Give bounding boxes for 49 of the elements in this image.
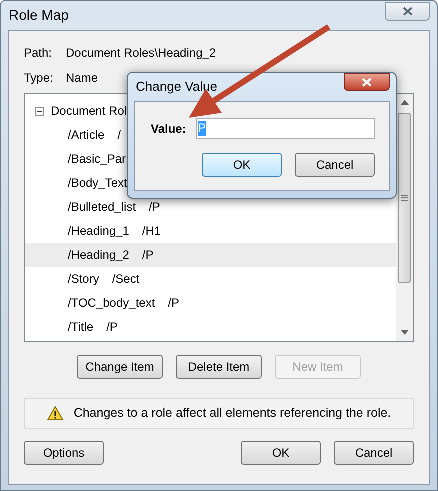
tree-item[interactable]: /Bulleted_list /P bbox=[25, 195, 396, 219]
collapse-icon[interactable] bbox=[35, 106, 44, 116]
role-value: /Sect bbox=[112, 271, 140, 288]
role-value: /P bbox=[106, 319, 118, 336]
path-value: Document Roles\Heading_2 bbox=[66, 45, 216, 62]
scroll-down-icon bbox=[400, 330, 408, 335]
type-label: Type: bbox=[24, 70, 54, 87]
tree-item[interactable]: /TOC_body_text /P bbox=[25, 291, 396, 315]
value-label: Value: bbox=[151, 120, 188, 138]
close-icon bbox=[402, 7, 412, 16]
role-name: /Bulleted_list bbox=[68, 199, 136, 216]
window-title: Role Map bbox=[9, 6, 69, 25]
dialog-title: Change Value bbox=[136, 78, 218, 96]
item-button[interactable]: Delete Item bbox=[176, 355, 262, 379]
role-value: / bbox=[118, 127, 122, 144]
dialog-button[interactable]: Options bbox=[24, 441, 104, 465]
dialog-button[interactable]: OK bbox=[241, 441, 321, 465]
tree-item[interactable]: /Title /P bbox=[25, 315, 396, 339]
warning-text: Changes to a role affect all elements referencing the role. bbox=[74, 405, 392, 422]
role-name: /Heading_2 bbox=[68, 247, 130, 264]
dialog-button[interactable]: Cancel bbox=[295, 153, 375, 177]
role-name: /Story bbox=[68, 271, 100, 288]
scroll-thumb[interactable] bbox=[398, 113, 411, 283]
role-value: /H1 bbox=[142, 223, 162, 240]
tree-item[interactable]: /Heading_1 /H1 bbox=[25, 219, 396, 243]
dialog-button[interactable]: OK bbox=[202, 153, 282, 177]
tree-item[interactable]: /Story /Sect bbox=[25, 267, 396, 291]
role-value: /P bbox=[142, 247, 154, 264]
role-name: /Heading_1 bbox=[68, 223, 130, 240]
grip-icon bbox=[401, 195, 408, 201]
tree-item[interactable]: /Heading_2 /P bbox=[25, 243, 396, 267]
role-name: /Article bbox=[68, 127, 105, 144]
warning-icon bbox=[46, 406, 64, 421]
tree-root-label[interactable]: Document Rol bbox=[51, 102, 128, 120]
scroll-up-icon bbox=[400, 100, 408, 105]
role-value: /P bbox=[168, 295, 180, 312]
type-value: Name bbox=[66, 70, 98, 87]
role-name: /Body_Text bbox=[68, 175, 128, 192]
close-button[interactable] bbox=[385, 2, 430, 21]
role-value: /P bbox=[149, 199, 160, 216]
item-button[interactable]: Change Item bbox=[77, 355, 163, 379]
scrollbar[interactable] bbox=[396, 94, 413, 341]
role-name: /TOC_body_text bbox=[68, 295, 156, 312]
path-label: Path: bbox=[24, 45, 54, 62]
role-name: /Title bbox=[68, 319, 94, 336]
close-button[interactable] bbox=[344, 73, 390, 91]
close-icon bbox=[362, 78, 372, 86]
value-text: P bbox=[198, 121, 206, 136]
dialog-button[interactable]: Cancel bbox=[334, 441, 414, 465]
